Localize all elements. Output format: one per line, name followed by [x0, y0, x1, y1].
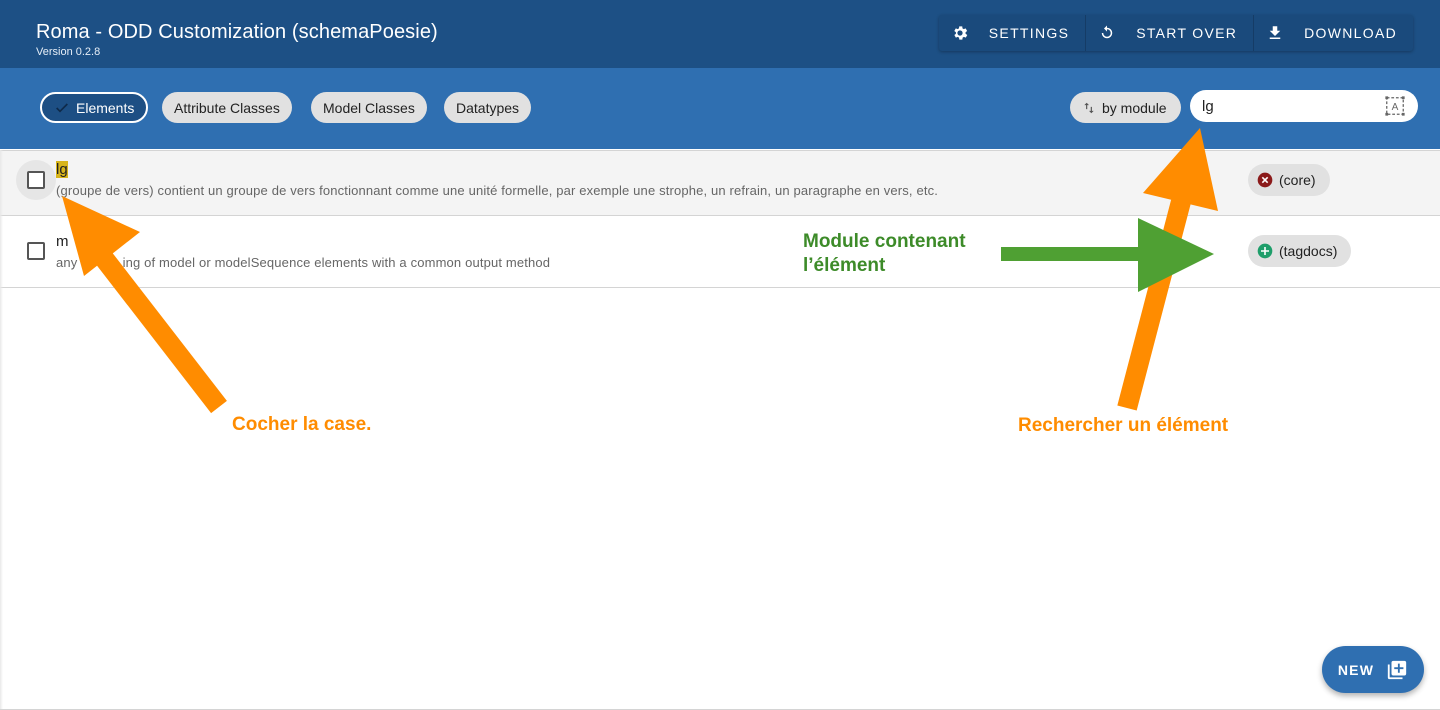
annotation-module-hint-line1: Module contenant: [803, 231, 966, 252]
text-select-icon[interactable]: A: [1384, 95, 1406, 117]
tab-datatypes-label: Datatypes: [456, 99, 520, 116]
element-description: (groupe de vers) contient un groupe de v…: [56, 183, 938, 198]
annotation-checkbox-hint: Cocher la case.: [232, 414, 372, 435]
restart-icon: [1098, 24, 1116, 42]
new-label: NEW: [1337, 661, 1375, 678]
remove-circle-icon: [1257, 172, 1273, 188]
element-description-start: any g: [56, 255, 89, 270]
check-icon: [54, 100, 70, 116]
tab-attribute-classes-label: Attribute Classes: [174, 99, 280, 116]
module-label: (tagdocs): [1279, 243, 1338, 259]
annotation-module-hint: Module contenant l’élément: [803, 230, 966, 278]
module-chip[interactable]: (tagdocs): [1248, 235, 1352, 267]
tab-elements-label: Elements: [76, 99, 135, 116]
app-version: Version 0.2.8: [36, 46, 101, 58]
settings-label: SETTINGS: [988, 25, 1070, 41]
element-checkbox[interactable]: [27, 242, 45, 260]
left-edge-shadow: [0, 150, 3, 710]
search-field[interactable]: A: [1190, 90, 1418, 122]
page: Roma - ODD Customization (schemaPoesie) …: [0, 0, 1440, 710]
annotation-search-hint: Rechercher un élément: [1018, 415, 1229, 436]
toolbar: SETTINGS START OVER DOWNLOAD: [938, 15, 1413, 51]
app-bar: Roma - ODD Customization (schemaPoesie) …: [0, 0, 1440, 68]
tab-elements[interactable]: Elements: [40, 92, 149, 123]
element-description: any g ing of model or modelSequence eleme…: [56, 255, 550, 270]
sort-by-module-button[interactable]: by module: [1070, 92, 1181, 123]
new-button[interactable]: NEW: [1322, 646, 1424, 693]
app-title: Roma - ODD Customization (schemaPoesie): [36, 21, 438, 43]
tab-attribute-classes[interactable]: Attribute Classes: [162, 92, 292, 123]
module-chip[interactable]: (core): [1248, 164, 1330, 196]
download-button[interactable]: DOWNLOAD: [1254, 15, 1413, 51]
settings-button[interactable]: SETTINGS: [939, 15, 1085, 51]
sort-label: by module: [1102, 99, 1167, 116]
module-label: (core): [1279, 172, 1316, 188]
download-label: DOWNLOAD: [1304, 25, 1397, 41]
gear-icon: [951, 24, 969, 42]
svg-text:A: A: [1392, 102, 1399, 113]
annotation-module-hint-line2: l’élément: [803, 255, 886, 276]
element-name-highlight: lg: [56, 161, 68, 178]
tab-datatypes[interactable]: Datatypes: [444, 92, 532, 123]
element-checkbox[interactable]: [27, 171, 45, 189]
tab-model-classes[interactable]: Model Classes: [311, 92, 427, 123]
filter-bar: Elements Attribute Classes Model Classes…: [0, 68, 1440, 149]
download-icon: [1266, 24, 1284, 42]
sort-icon: [1082, 101, 1096, 115]
search-input[interactable]: [1202, 96, 1382, 116]
list-item: lg (groupe de vers) contient un groupe d…: [0, 150, 1440, 216]
start-over-label: START OVER: [1136, 25, 1238, 41]
element-description-rest: ing of model or modelSequence elements w…: [122, 255, 551, 270]
tab-model-classes-label: Model Classes: [323, 99, 415, 116]
add-box-icon: [1386, 659, 1408, 681]
list-item: m any g ing of model or modelSequence ele…: [0, 216, 1440, 288]
add-circle-icon: [1257, 243, 1273, 259]
element-name: m: [56, 233, 69, 250]
start-over-button[interactable]: START OVER: [1086, 15, 1253, 51]
element-name: lg: [56, 161, 68, 178]
